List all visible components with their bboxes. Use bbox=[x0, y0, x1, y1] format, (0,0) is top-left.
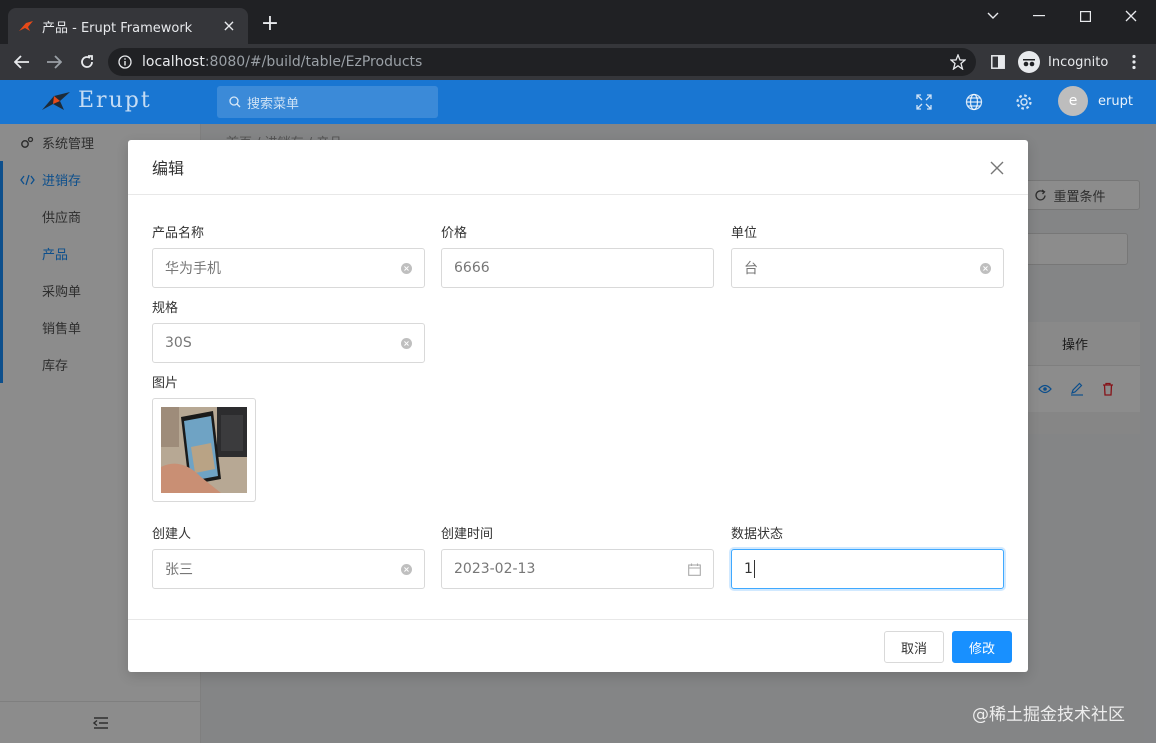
price-input[interactable]: 6666 bbox=[441, 248, 714, 288]
modal-header: 编辑 bbox=[128, 140, 1028, 195]
search-icon bbox=[229, 96, 241, 108]
browser-toolbar: localhost:8080/#/build/table/EzProducts … bbox=[0, 44, 1156, 80]
avatar[interactable]: e bbox=[1058, 86, 1088, 116]
image-label: 图片 bbox=[152, 376, 179, 391]
modal-title: 编辑 bbox=[152, 159, 185, 178]
reload-icon[interactable] bbox=[75, 50, 99, 74]
incognito-icon bbox=[1018, 51, 1040, 73]
created-at-label: 创建时间 bbox=[441, 527, 494, 542]
erupt-favicon-icon bbox=[18, 18, 34, 34]
browser-tab[interactable]: 产品 - Erupt Framework × bbox=[8, 8, 248, 44]
spec-input[interactable]: 30S × bbox=[152, 323, 425, 363]
incognito-indicator[interactable]: Incognito bbox=[1018, 50, 1108, 74]
product-image-thumbnail[interactable] bbox=[152, 398, 256, 502]
created-at-picker[interactable]: 2023-02-13 bbox=[441, 549, 714, 589]
url-host: localhost bbox=[142, 54, 205, 70]
menu-search-input[interactable]: 搜索菜单 bbox=[217, 86, 438, 118]
globe-icon[interactable] bbox=[964, 92, 984, 112]
site-info-icon[interactable] bbox=[118, 55, 132, 69]
price-label: 价格 bbox=[441, 226, 468, 241]
unit-input[interactable]: 台 × bbox=[731, 248, 1004, 288]
clear-icon[interactable]: × bbox=[401, 337, 412, 349]
url-path: :8080/#/build/table/EzProducts bbox=[204, 54, 423, 70]
close-icon[interactable] bbox=[986, 157, 1008, 179]
new-tab-icon[interactable]: + bbox=[258, 13, 282, 37]
chevron-down-icon[interactable] bbox=[970, 0, 1016, 32]
status-value: 1 bbox=[744, 561, 753, 577]
created-at-value: 2023-02-13 bbox=[454, 561, 536, 577]
status-input[interactable]: 1 bbox=[731, 549, 1004, 589]
spec-value: 30S bbox=[165, 335, 192, 351]
logo-text: Erupt bbox=[78, 88, 152, 113]
product-name-value: 华为手机 bbox=[165, 261, 221, 277]
browser-tabstrip: 产品 - Erupt Framework × + bbox=[0, 0, 1156, 44]
app-header: Erupt 搜索菜单 bbox=[0, 80, 1156, 124]
creator-label: 创建人 bbox=[152, 527, 192, 542]
unit-label: 单位 bbox=[731, 226, 758, 241]
text-caret bbox=[753, 560, 755, 578]
clear-icon[interactable]: × bbox=[401, 262, 412, 274]
forward-arrow-icon[interactable] bbox=[42, 50, 66, 74]
modal-footer: 取消 修改 bbox=[128, 619, 1028, 672]
price-value: 6666 bbox=[454, 260, 490, 276]
more-menu-icon[interactable] bbox=[1122, 50, 1146, 74]
status-label: 数据状态 bbox=[731, 527, 784, 542]
erupt-logo-icon bbox=[42, 91, 70, 110]
product-name-label: 产品名称 bbox=[152, 226, 205, 241]
creator-value: 张三 bbox=[165, 562, 193, 578]
fullscreen-icon[interactable] bbox=[914, 92, 934, 112]
close-tab-icon[interactable]: × bbox=[220, 17, 238, 35]
clear-icon[interactable]: × bbox=[980, 262, 991, 274]
calendar-icon[interactable] bbox=[688, 563, 701, 576]
creator-input[interactable]: 张三 × bbox=[152, 549, 425, 589]
cancel-button[interactable]: 取消 bbox=[884, 631, 944, 663]
minimize-icon[interactable] bbox=[1016, 0, 1062, 32]
phone-photo-icon bbox=[161, 407, 247, 493]
address-bar[interactable]: localhost:8080/#/build/table/EzProducts bbox=[108, 48, 976, 76]
edit-modal: 编辑 产品名称 华为手机 × 价格 6666 单位 台 × 规格 30S × 图… bbox=[128, 140, 1028, 672]
erupt-logo[interactable]: Erupt bbox=[40, 88, 152, 113]
product-name-input[interactable]: 华为手机 × bbox=[152, 248, 425, 288]
close-window-icon[interactable] bbox=[1108, 0, 1154, 32]
tab-title: 产品 - Erupt Framework bbox=[42, 20, 193, 36]
incognito-label: Incognito bbox=[1048, 54, 1109, 70]
gear-icon[interactable] bbox=[1014, 92, 1034, 112]
clear-icon[interactable]: × bbox=[401, 563, 412, 575]
submit-button[interactable]: 修改 bbox=[952, 631, 1012, 663]
unit-value: 台 bbox=[744, 261, 758, 277]
watermark: @稀土掘金技术社区 bbox=[972, 705, 1125, 725]
maximize-icon[interactable] bbox=[1062, 0, 1108, 32]
bookmark-star-icon[interactable] bbox=[950, 54, 966, 70]
spec-label: 规格 bbox=[152, 301, 179, 316]
search-placeholder: 搜索菜单 bbox=[247, 96, 300, 112]
user-name[interactable]: erupt bbox=[1098, 94, 1133, 109]
back-arrow-icon[interactable] bbox=[10, 50, 34, 74]
side-panel-icon[interactable] bbox=[986, 50, 1010, 74]
